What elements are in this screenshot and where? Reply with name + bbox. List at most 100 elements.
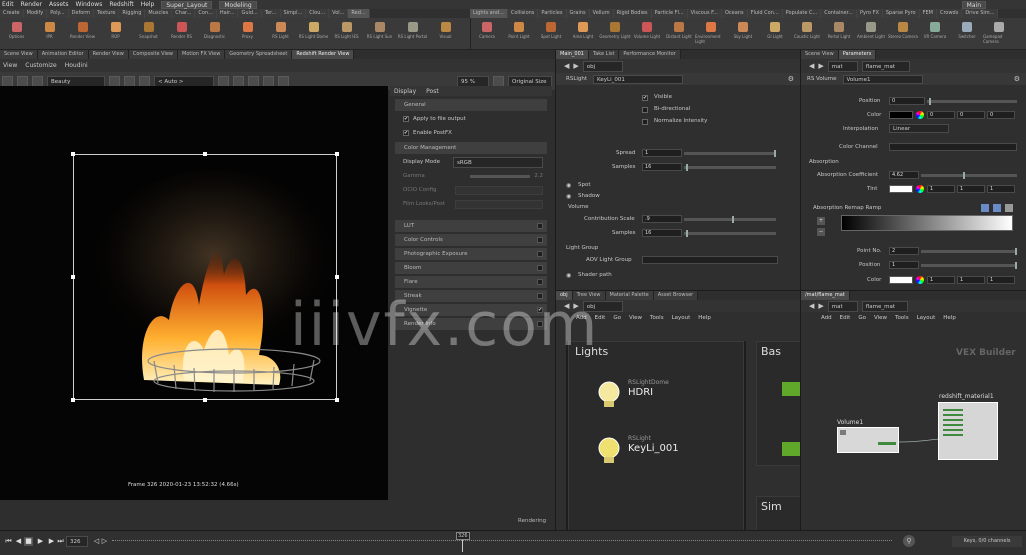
shelf-tool-button[interactable]: Visual bbox=[429, 18, 462, 48]
stop-icon[interactable]: ■ bbox=[24, 537, 33, 546]
net-menu-item[interactable]: View bbox=[629, 315, 642, 321]
shelf-tool-button[interactable]: RS Light Sun bbox=[363, 18, 396, 48]
checkbox[interactable]: ✔ bbox=[403, 116, 409, 122]
tint-field[interactable]: 1 bbox=[957, 185, 985, 193]
aov-group-field[interactable] bbox=[642, 256, 778, 264]
path-field-2[interactable]: flame_mat bbox=[861, 300, 908, 312]
abs-coeff-field[interactable]: 4.62 bbox=[889, 171, 919, 179]
shelf-tab[interactable]: Drive Sim... bbox=[962, 9, 999, 18]
color2-swatch[interactable] bbox=[889, 276, 913, 284]
render-snapshot-button[interactable] bbox=[32, 75, 43, 87]
pane-tab[interactable]: Scene View bbox=[0, 50, 38, 59]
render-stop-button[interactable] bbox=[17, 75, 28, 87]
color2-field[interactable]: 1 bbox=[957, 276, 985, 284]
pane-tab[interactable]: Take List bbox=[588, 50, 620, 59]
pane-tab[interactable]: Asset Browser bbox=[653, 291, 699, 300]
shelf-tab[interactable]: Hair... bbox=[216, 9, 239, 18]
shelf-tab[interactable]: Clou... bbox=[306, 9, 330, 18]
tint-field[interactable]: 1 bbox=[987, 185, 1015, 193]
text-field[interactable] bbox=[455, 185, 543, 195]
samples-field[interactable]: 16 bbox=[642, 163, 682, 171]
color-picker-icon[interactable] bbox=[916, 111, 924, 119]
shelf-tool-button[interactable]: Switcher bbox=[951, 18, 983, 48]
settings-section-header[interactable]: General bbox=[395, 99, 547, 111]
shelf-tool-button[interactable]: Render RS bbox=[165, 18, 198, 48]
ramp-icon-2[interactable] bbox=[993, 204, 1001, 212]
shelf-tab[interactable]: FEM bbox=[919, 9, 937, 18]
menu-houdini[interactable]: Houdini bbox=[65, 62, 88, 69]
section-toggle[interactable] bbox=[537, 279, 543, 285]
auto-dropdown[interactable]: < Auto > bbox=[154, 75, 214, 87]
net-menu-item[interactable]: View bbox=[874, 315, 887, 321]
settings-toggle-section[interactable]: Bloom bbox=[395, 262, 547, 274]
spread-field[interactable]: 1 bbox=[642, 149, 682, 157]
path-field[interactable]: obj bbox=[582, 60, 623, 72]
path-field[interactable]: mat bbox=[827, 60, 858, 72]
crop-handle-br[interactable] bbox=[335, 398, 339, 402]
pane-tab[interactable]: Redshift Render View bbox=[292, 50, 355, 59]
shelf-tool-button[interactable]: Distant Light bbox=[663, 18, 695, 48]
forward-arrow-icon[interactable]: ▶ bbox=[818, 62, 823, 70]
checkbox[interactable] bbox=[642, 107, 648, 113]
gear-icon[interactable]: ⚙ bbox=[788, 75, 794, 83]
shelf-tool-button[interactable]: Options bbox=[0, 18, 33, 48]
shelf-tab[interactable]: Grains bbox=[566, 9, 590, 18]
shelf-tab[interactable]: Rigid Bodies bbox=[613, 9, 652, 18]
shelf-tab[interactable]: Create bbox=[0, 9, 24, 18]
basic-netbox[interactable]: Bas bbox=[756, 341, 802, 466]
tint-swatch[interactable] bbox=[889, 185, 913, 193]
forward-arrow-icon[interactable]: ▶ bbox=[573, 62, 578, 70]
ramp-icon[interactable] bbox=[981, 204, 989, 212]
color-field[interactable]: 0 bbox=[927, 111, 955, 119]
shelf-tool-button[interactable]: Point Light bbox=[503, 18, 535, 48]
pane-tab[interactable]: /mat/flame_mat bbox=[801, 291, 850, 300]
color-swatch[interactable] bbox=[889, 111, 913, 119]
net-menu-item[interactable]: Layout bbox=[917, 315, 936, 321]
vsamples-field[interactable]: 16 bbox=[642, 229, 682, 237]
shelf-tab[interactable]: Simpl... bbox=[280, 9, 307, 18]
shelf-tool-button[interactable]: Area Light bbox=[567, 18, 599, 48]
main-selector[interactable]: Main bbox=[961, 0, 986, 9]
tab-display[interactable]: Display bbox=[394, 88, 416, 95]
menu-help[interactable]: Help bbox=[141, 1, 155, 8]
jump-start-icon[interactable]: ⏮ bbox=[4, 537, 13, 546]
timeline-track[interactable] bbox=[112, 540, 892, 544]
shelf-tab[interactable]: Vellum bbox=[589, 9, 614, 18]
checkbox[interactable] bbox=[642, 119, 648, 125]
output-port[interactable] bbox=[878, 442, 896, 445]
slider-track[interactable] bbox=[470, 174, 531, 178]
shelf-tab[interactable]: Muscles bbox=[145, 9, 173, 18]
settings-checkbox-row[interactable]: ✔ Enable PostFX bbox=[395, 127, 547, 139]
pane-tab[interactable]: Geometry Spreadsheet bbox=[225, 50, 293, 59]
shelf-tab[interactable]: Poly... bbox=[47, 9, 69, 18]
shelf-tool-button[interactable]: VR Camera bbox=[919, 18, 951, 48]
section-toggle[interactable] bbox=[537, 223, 543, 229]
shelf-tool-button[interactable]: RS Light IES bbox=[330, 18, 363, 48]
desktop-selector[interactable]: Super_Layout bbox=[161, 0, 213, 9]
crop-handle-t[interactable] bbox=[203, 152, 207, 156]
play-icon[interactable]: ▶ bbox=[36, 537, 45, 546]
pane-tab[interactable]: Animation Editor bbox=[37, 50, 89, 59]
crop-handle-r[interactable] bbox=[335, 275, 339, 279]
tab-post[interactable]: Post bbox=[426, 88, 439, 95]
shelf-tab[interactable]: Crowds bbox=[936, 9, 963, 18]
pane-tab[interactable]: Scene View bbox=[801, 50, 839, 59]
shelf-tab[interactable]: Deform bbox=[68, 9, 95, 18]
shelf-tab[interactable]: Particle Fl... bbox=[651, 9, 688, 18]
position-slider[interactable] bbox=[927, 98, 1017, 105]
step-forward-icon[interactable]: ▶ bbox=[47, 537, 56, 546]
shelf-tool-button[interactable]: Geometry Light bbox=[599, 18, 631, 48]
context-selector[interactable]: Modeling bbox=[219, 0, 257, 9]
pane-tab[interactable]: Performance Monitor bbox=[619, 50, 681, 59]
back-arrow-icon[interactable]: ◀ bbox=[809, 62, 814, 70]
section-toggle[interactable] bbox=[537, 237, 543, 243]
pane-tab[interactable]: Motion FX View bbox=[178, 50, 226, 59]
ramp-gradient[interactable] bbox=[841, 215, 1013, 231]
node-keylight[interactable]: RSLight KeyLi_001 bbox=[594, 435, 679, 467]
color-channel-field[interactable] bbox=[889, 143, 1017, 151]
shelf-tool-button[interactable]: Diagnostic bbox=[198, 18, 231, 48]
shelf-tool-button[interactable]: Proxy bbox=[231, 18, 264, 48]
compare-button[interactable] bbox=[263, 75, 274, 87]
node-hdri[interactable]: RSLightDome HDRI bbox=[594, 379, 669, 411]
shelf-tab[interactable]: Viscous F... bbox=[687, 9, 722, 18]
